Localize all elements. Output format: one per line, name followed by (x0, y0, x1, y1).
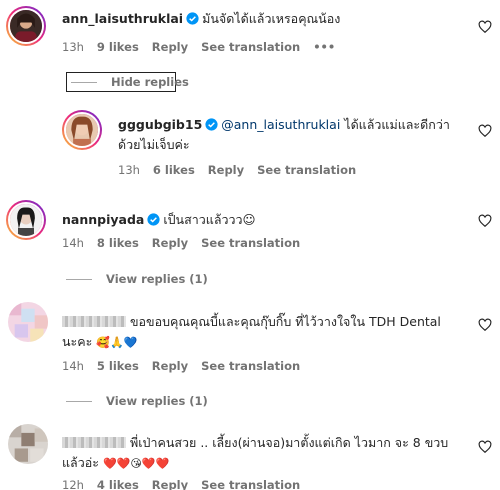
divider-line (66, 401, 92, 402)
verified-badge-icon (205, 118, 218, 131)
heart-icon[interactable] (478, 124, 492, 138)
blurred-username (62, 437, 126, 448)
comment-text: ได้แล้วแม่และดีกว่า (344, 117, 450, 132)
blurred-username (62, 316, 126, 327)
see-translation-button[interactable]: See translation (257, 163, 356, 177)
reply-button[interactable]: Reply (152, 236, 188, 250)
avatar[interactable] (8, 424, 48, 464)
comment-time: 13h (118, 163, 140, 177)
view-replies-button[interactable]: View replies (1) (66, 272, 208, 286)
heart-icon[interactable] (478, 20, 492, 34)
heart-icon[interactable] (478, 440, 492, 454)
reply-button[interactable]: Reply (152, 478, 188, 490)
comment-text-continued: แล้วอ่ะ (62, 455, 99, 470)
comment-time: 14h (62, 359, 84, 373)
see-translation-button[interactable]: See translation (201, 236, 300, 250)
comment-text-continued: นะคะ (62, 334, 93, 349)
view-replies-button[interactable]: View replies (1) (66, 394, 208, 408)
comment-time: 14h (62, 236, 84, 250)
avatar[interactable] (6, 6, 46, 46)
verified-badge-icon (147, 213, 160, 226)
comment-username[interactable]: gggubgib15 (118, 117, 202, 132)
divider-line (66, 279, 92, 280)
see-translation-button[interactable]: See translation (201, 359, 300, 373)
comment-text: พี่เป่าคนสวย .. เลี้ยง(ผ่านจอ)มาตั้งแต่เ… (130, 435, 449, 450)
likes-count[interactable]: 5 likes (97, 359, 139, 373)
see-translation-button[interactable]: See translation (201, 40, 300, 54)
view-replies-label: View replies (1) (106, 272, 208, 286)
heart-icon[interactable] (478, 318, 492, 332)
hide-replies-label: Hide replies (111, 75, 189, 89)
comment-username[interactable]: nannpiyada (62, 212, 144, 227)
reply-button[interactable]: Reply (152, 40, 188, 54)
heart-icon[interactable] (478, 214, 492, 228)
reply-button[interactable]: Reply (152, 359, 188, 373)
view-replies-label: View replies (1) (106, 394, 208, 408)
likes-count[interactable]: 4 likes (97, 478, 139, 490)
more-options-button[interactable]: ••• (313, 40, 335, 54)
emoji-group: 🥰🙏💙 (96, 336, 138, 349)
avatar[interactable] (62, 110, 102, 150)
comment-text: เป็นสาวแล้ววว☺ (163, 212, 256, 227)
reply-button[interactable]: Reply (208, 163, 244, 177)
comment-text: ขอขอบคุณคุณบี้และคุณกุ๊บกิ๊บ ที่ไว้วางใจ… (130, 314, 441, 329)
likes-count[interactable]: 9 likes (97, 40, 139, 54)
avatar[interactable] (8, 302, 48, 342)
comment-text-continued: ด้วยไม่เจ็บค่ะ (118, 137, 190, 152)
avatar[interactable] (6, 200, 46, 240)
see-translation-button[interactable]: See translation (201, 478, 300, 490)
verified-badge-icon (186, 12, 199, 25)
comment-text: มันจัดได้แล้วเหรอคุณน้อง (202, 11, 341, 26)
comment-time: 13h (62, 40, 84, 54)
emoji-group: ❤️❤️😘❤️❤️ (102, 457, 170, 470)
likes-count[interactable]: 8 likes (97, 236, 139, 250)
comment-time: 12h (62, 478, 84, 490)
divider-line (71, 82, 97, 83)
comment-username[interactable]: ann_laisuthruklai (62, 11, 183, 26)
mention-link[interactable]: @ann_laisuthruklai (221, 117, 340, 132)
likes-count[interactable]: 6 likes (153, 163, 195, 177)
hide-replies-button[interactable]: Hide replies (66, 72, 189, 92)
